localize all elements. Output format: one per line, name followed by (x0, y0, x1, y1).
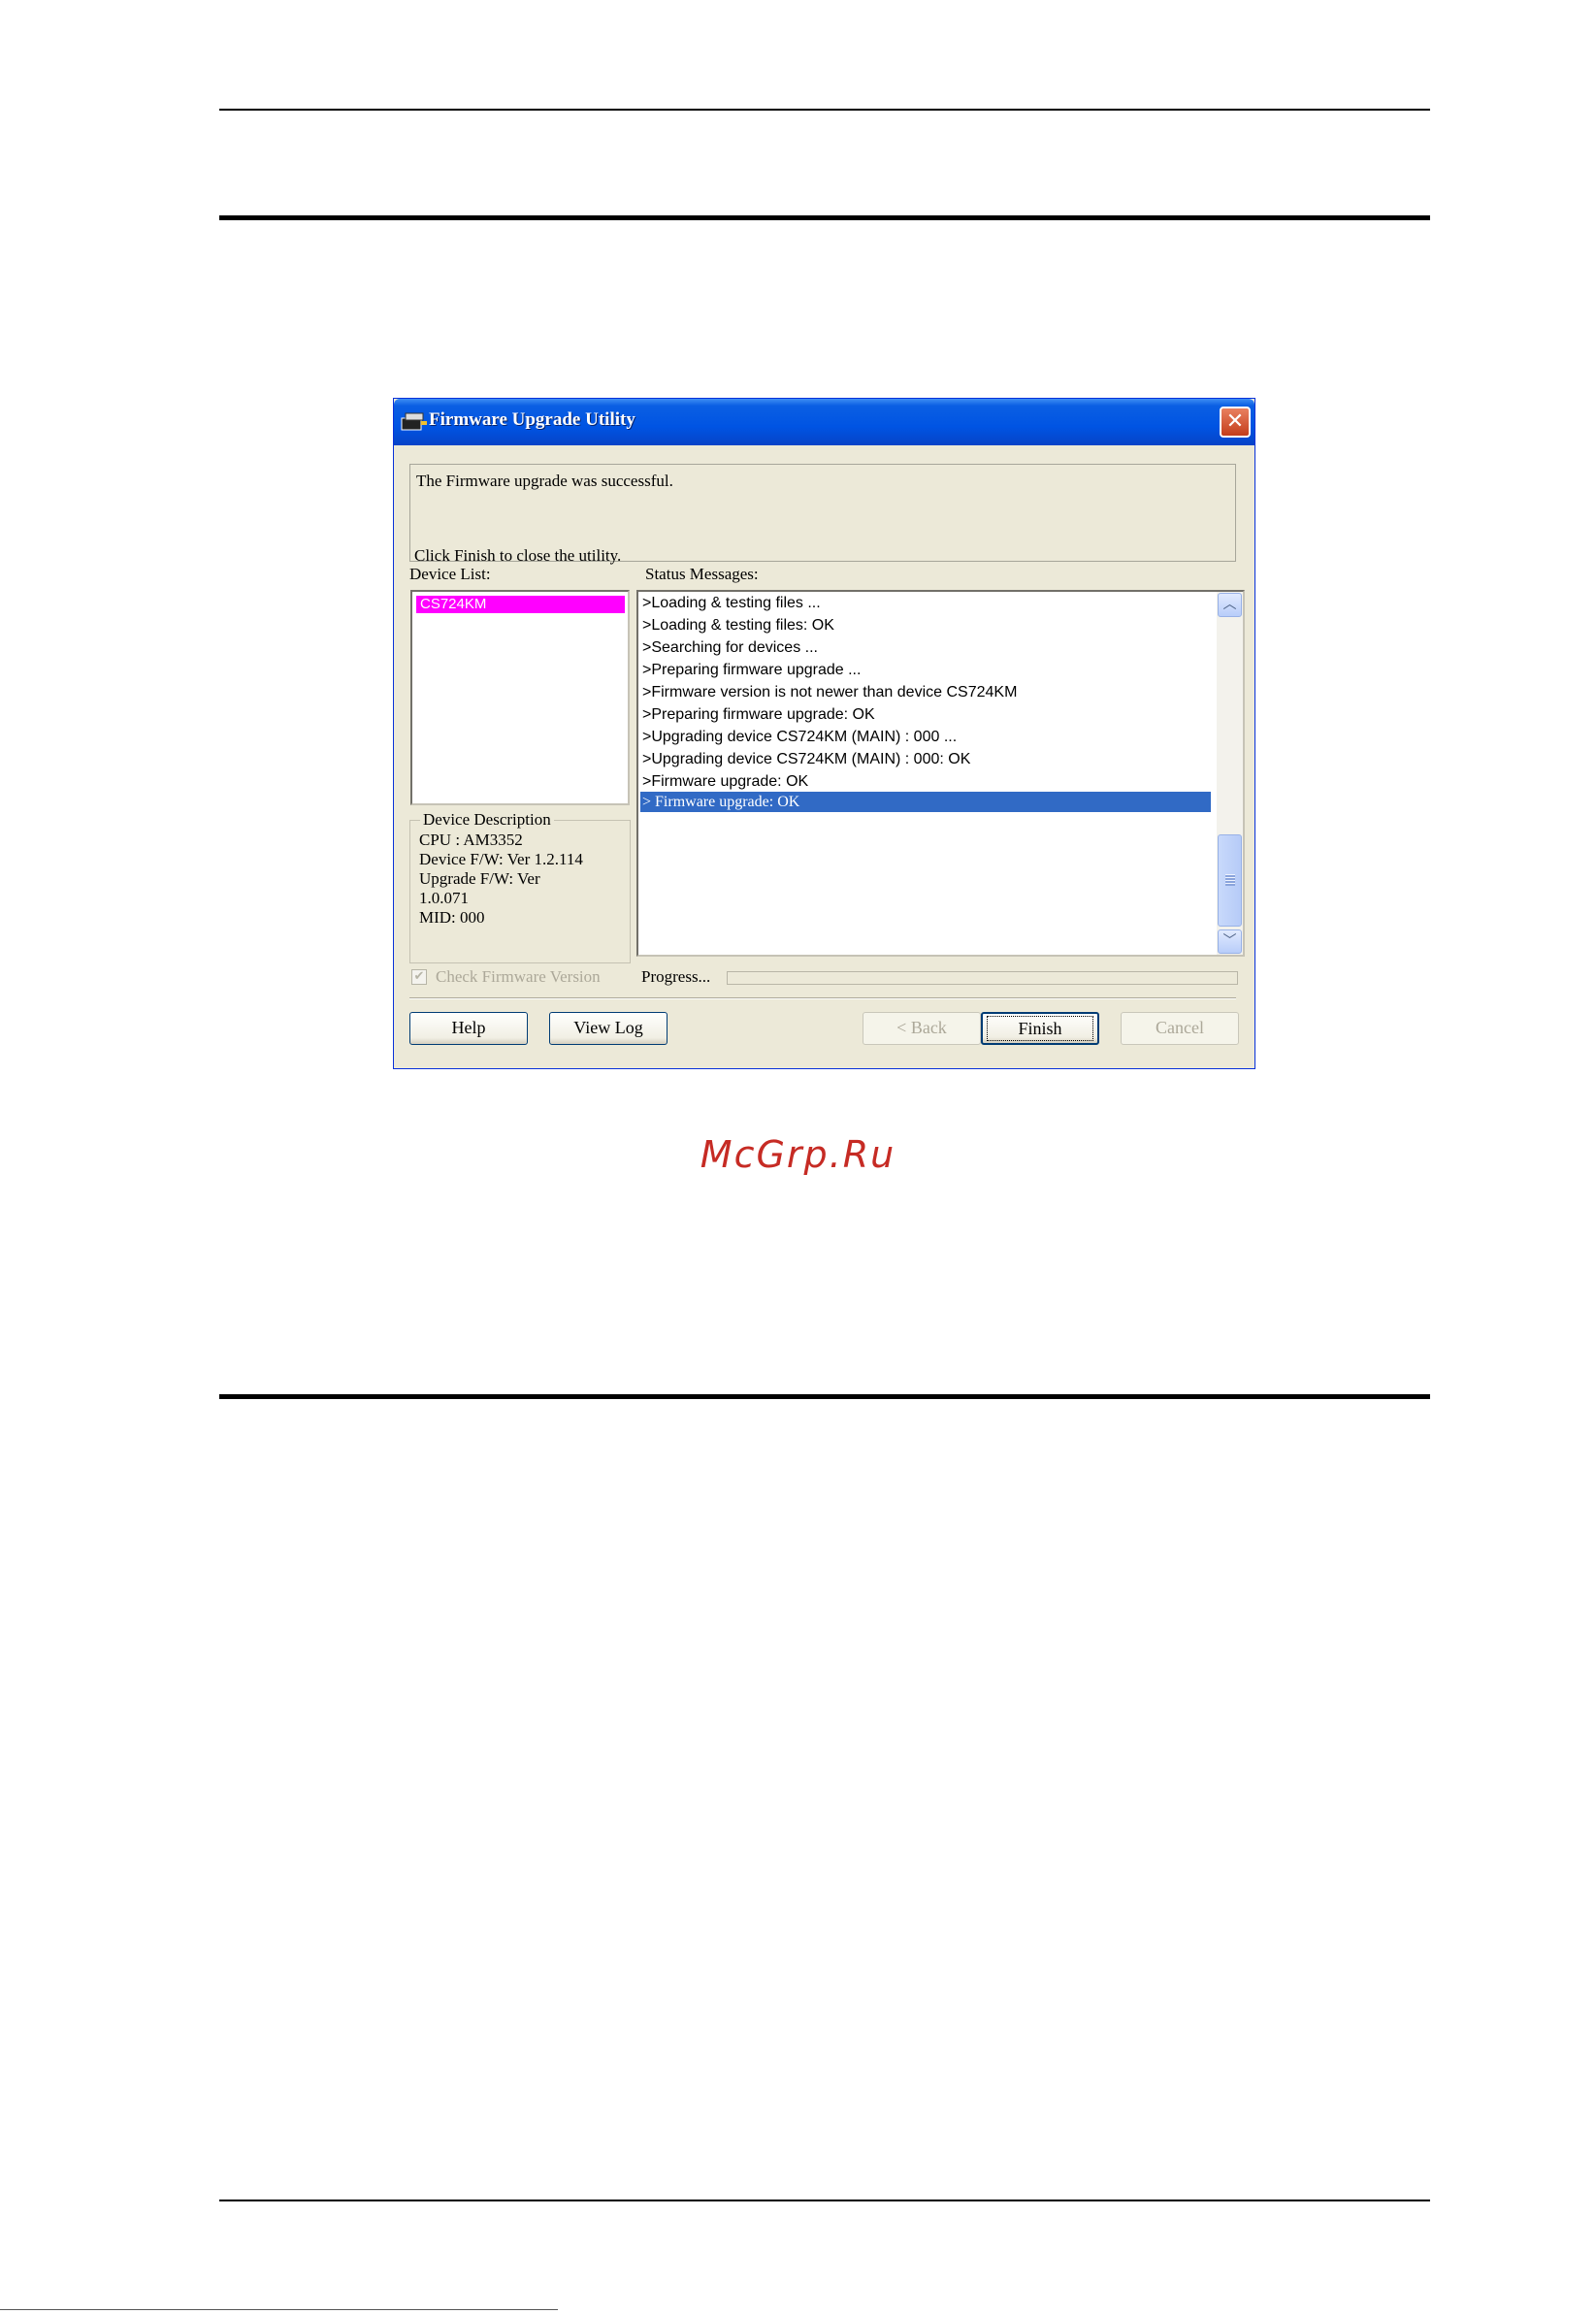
view-log-button[interactable]: View Log (549, 1012, 668, 1045)
progress-label: Progress... (641, 967, 711, 986)
status-message[interactable]: >Preparing firmware upgrade ... (640, 660, 1211, 680)
page-edge-line (0, 2309, 558, 2310)
upgrade-fw-line: Upgrade F/W: Ver (419, 869, 540, 888)
device-fw-line: Device F/W: Ver 1.2.114 (419, 850, 583, 868)
finish-button[interactable]: Finish (981, 1012, 1099, 1045)
footer-rule (219, 2200, 1430, 2201)
section-rule-top (219, 215, 1430, 220)
device-description-legend: Device Description (420, 810, 554, 830)
status-message[interactable]: >Upgrading device CS724KM (MAIN) : 000 .… (640, 727, 1211, 747)
status-message[interactable]: >Firmware upgrade: OK (640, 771, 1211, 792)
help-button[interactable]: Help (409, 1012, 528, 1045)
status-message[interactable]: >Preparing firmware upgrade: OK (640, 704, 1211, 725)
section-rule-bottom (219, 1394, 1430, 1399)
checkmark-icon: ✔ (413, 969, 425, 984)
firmware-upgrade-dialog: Firmware Upgrade Utility ✕ The Firmware … (393, 398, 1255, 1069)
mid-line: MID: 000 (419, 908, 485, 927)
device-list[interactable]: CS724KM (410, 590, 630, 805)
device-list-label: Device List: (409, 565, 491, 583)
status-message[interactable]: >Loading & testing files: OK (640, 615, 1211, 636)
top-rule (219, 109, 1430, 111)
device-list-item[interactable]: CS724KM (416, 596, 625, 613)
title-bar[interactable]: Firmware Upgrade Utility ✕ (394, 399, 1254, 445)
message-box: The Firmware upgrade was successful. Cli… (409, 464, 1236, 565)
chevron-up-icon: ︿ (1222, 597, 1237, 612)
chevron-down-icon: ﹀ (1222, 933, 1237, 949)
status-message-selected[interactable]: > Firmware upgrade: OK (640, 792, 1211, 812)
status-messages-list[interactable]: >Loading & testing files ... >Loading & … (636, 590, 1245, 957)
status-message[interactable]: >Searching for devices ... (640, 637, 1211, 658)
success-message: The Firmware upgrade was successful. (416, 472, 673, 490)
scroll-up-button[interactable]: ︿ (1218, 593, 1242, 617)
grip-icon (1225, 874, 1235, 886)
device-description-group: Device Description CPU : AM3352 Device F… (409, 810, 631, 963)
status-message[interactable]: >Loading & testing files ... (640, 593, 1211, 613)
scroll-thumb[interactable] (1218, 834, 1242, 927)
cpu-line: CPU : AM3352 (419, 831, 523, 849)
progress-bar (727, 971, 1238, 985)
close-button[interactable]: ✕ (1220, 407, 1251, 438)
scroll-down-button[interactable]: ﹀ (1218, 929, 1242, 954)
status-message[interactable]: >Firmware version is not newer than devi… (640, 682, 1211, 702)
cancel-button[interactable]: Cancel (1121, 1012, 1239, 1045)
app-icon (401, 412, 427, 431)
watermark: McGrp.Ru (700, 1133, 896, 1176)
status-scrollbar[interactable]: ︿ ﹀ (1217, 592, 1243, 955)
finish-button-label: Finish (987, 1016, 1093, 1041)
status-messages-label: Status Messages: (645, 565, 759, 583)
dialog-title: Firmware Upgrade Utility (429, 409, 635, 430)
check-firmware-version-label: Check Firmware Version (436, 967, 601, 986)
check-firmware-version-checkbox[interactable]: ✔ (411, 969, 427, 985)
back-button[interactable]: < Back (863, 1012, 981, 1045)
status-message[interactable]: >Upgrading device CS724KM (MAIN) : 000: … (640, 749, 1211, 769)
button-separator (409, 997, 1236, 999)
close-icon: ✕ (1225, 409, 1245, 434)
finish-instruction: Click Finish to close the utility. (414, 546, 622, 565)
upgrade-fw-version-line: 1.0.071 (419, 889, 469, 907)
